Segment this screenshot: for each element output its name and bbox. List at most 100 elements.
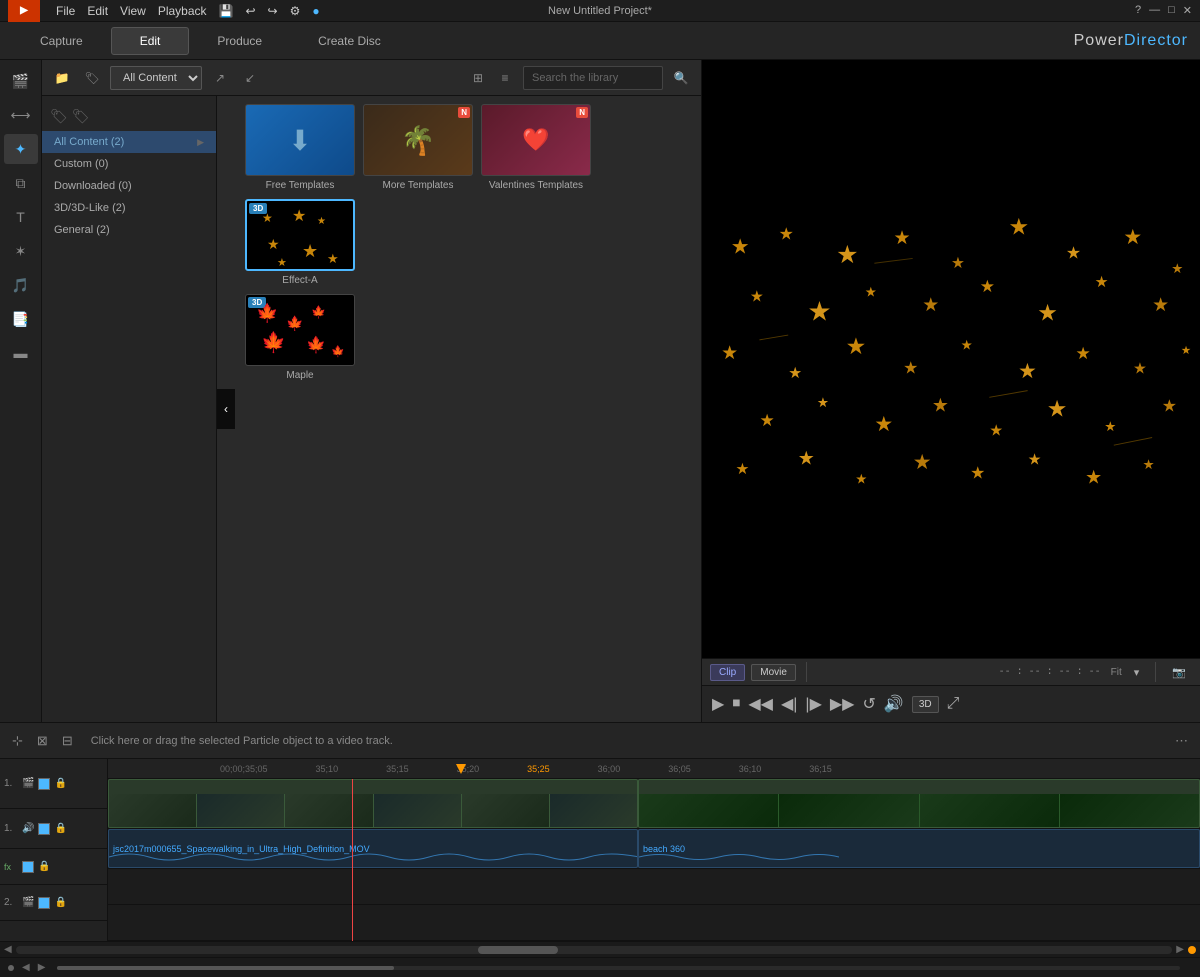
cat-general[interactable]: General (2) — [42, 219, 216, 241]
fast-forward-button[interactable]: ▶▶ — [830, 694, 855, 714]
track-lock-fx[interactable]: 🔒 — [38, 861, 50, 872]
export-button[interactable]: ↗ — [208, 66, 232, 90]
track-visible-checkbox-2[interactable] — [38, 897, 50, 909]
track-lock-2[interactable]: 🔒 — [54, 897, 66, 908]
video-clip-spacewalk[interactable]: jsc2017m000655_Spacewalking_in_Ultra_Hig… — [108, 779, 638, 828]
track-lock-audio[interactable]: 🔒 — [54, 823, 66, 834]
audio-clip-beach[interactable]: beach 360 — [638, 829, 1200, 868]
timeline-tool-3[interactable]: ⊟ — [58, 731, 77, 751]
cat-all-content[interactable]: All Content (2) ▶ — [42, 131, 216, 153]
scroll-left-button[interactable]: ‹ — [217, 389, 235, 429]
free-templates-thumb: ⬇ — [245, 104, 355, 176]
volume-button[interactable]: 🔊 — [884, 694, 904, 714]
menu-edit[interactable]: Edit — [87, 4, 108, 18]
iconbar-audio[interactable]: 🎵 — [4, 270, 38, 300]
maximize-button[interactable]: □ — [1168, 4, 1175, 17]
iconbar-media[interactable]: 🎬 — [4, 66, 38, 96]
fit-dropdown[interactable]: ▾ — [1128, 664, 1146, 681]
menu-file[interactable]: File — [56, 4, 75, 18]
effect-a-label: Effect-A — [282, 275, 317, 286]
tab-produce[interactable]: Produce — [189, 27, 290, 55]
track-visible-checkbox-1[interactable] — [38, 778, 50, 790]
svg-text:★: ★ — [788, 365, 802, 382]
grid-item-effect-a[interactable]: 3D ★ ★ ★ ★ ★ ★ ★ E — [245, 199, 355, 286]
track-lock-1[interactable]: 🔒 — [54, 778, 66, 789]
grid-item-free-templates[interactable]: ⬇ Free Templates — [245, 104, 355, 191]
cat-downloaded[interactable]: Downloaded (0) — [42, 175, 216, 197]
cat-custom[interactable]: Custom (0) — [42, 153, 216, 175]
status-arrow-right[interactable]: ▶ — [38, 962, 46, 973]
svg-text:★: ★ — [1123, 226, 1142, 249]
menu-extra4[interactable]: ⚙ — [290, 4, 301, 18]
stop-button[interactable]: ⏹ — [732, 695, 740, 713]
import-button[interactable]: ↙ — [238, 66, 262, 90]
status-arrow-left[interactable]: ◀ — [22, 962, 30, 973]
iconbar-transitions[interactable]: ⟷ — [4, 100, 38, 130]
play-button[interactable]: ▶ — [712, 694, 724, 714]
svg-text:★: ★ — [807, 297, 831, 327]
horizontal-scrollbar-thumb[interactable] — [478, 946, 558, 954]
tab-create-disc[interactable]: Create Disc — [290, 27, 409, 55]
cat-3d[interactable]: 3D/3D-Like (2) — [42, 197, 216, 219]
menu-extra3[interactable]: ↪ — [268, 4, 278, 18]
iconbar-effects[interactable]: ✦ — [4, 134, 38, 164]
svg-text:★: ★ — [759, 410, 774, 430]
video-clip-beach[interactable]: beach 360 — [638, 779, 1200, 828]
fullscreen-button[interactable]: ⤢ — [947, 695, 960, 713]
movie-button[interactable]: Movie — [751, 664, 796, 681]
grid-item-valentines[interactable]: N ❤️ Valentines Templates — [481, 104, 591, 191]
minimize-button[interactable]: — — [1149, 4, 1160, 17]
step-back-button[interactable]: ◀| — [781, 694, 797, 714]
status-slider-track[interactable] — [57, 966, 1180, 970]
menu-view[interactable]: View — [120, 4, 146, 18]
timeline-panel: ⊹ ⊠ ⊟ Click here or drag the selected Pa… — [0, 722, 1200, 957]
iconbar-titles[interactable]: T — [4, 202, 38, 232]
close-button[interactable]: ✕ — [1183, 4, 1192, 17]
grid-item-more-templates[interactable]: N 🌴 More Templates — [363, 104, 473, 191]
iconbar-particles[interactable]: ✶ — [4, 236, 38, 266]
rewind-button[interactable]: ◀◀ — [748, 694, 773, 714]
search-input[interactable] — [523, 66, 663, 90]
main-layout: 🎬 ⟷ ✦ ⧉ T ✶ 🎵 📑 ▬ 📁 🏷 All Content ↗ ↙ ⊞ … — [0, 60, 1200, 722]
snapshot-button[interactable]: 📷 — [1166, 664, 1192, 681]
3d-mode-button[interactable]: 3D — [912, 696, 939, 713]
help-button[interactable]: ? — [1135, 4, 1141, 17]
timeline-tool-2[interactable]: ⊠ — [33, 731, 52, 751]
cat-all-content-label: All Content (2) — [54, 136, 124, 148]
filter-icon-2[interactable]: 🏷 — [72, 108, 90, 125]
beach-thumbnails — [639, 794, 1199, 827]
timeline-tool-1[interactable]: ⊹ — [8, 731, 27, 751]
track-labels: 1. 🎬 🔒 1. 🔊 🔒 fx 🔒 2. 🎬 — [0, 759, 108, 941]
horizontal-scrollbar-track[interactable] — [16, 946, 1173, 954]
menu-extra5[interactable]: ● — [312, 4, 319, 18]
add-media-button[interactable]: 📁 — [50, 66, 74, 90]
tab-capture[interactable]: Capture — [12, 27, 111, 55]
track-visible-checkbox-fx[interactable] — [22, 861, 34, 873]
loop-button[interactable]: ↺ — [862, 694, 875, 714]
iconbar-pip[interactable]: ⧉ — [4, 168, 38, 198]
svg-text:★: ★ — [779, 223, 794, 243]
step-forward-button[interactable]: |▶ — [805, 694, 821, 714]
clip-button[interactable]: Clip — [710, 664, 745, 681]
filter-icon-1[interactable]: 🏷 — [50, 108, 68, 125]
tab-edit[interactable]: Edit — [111, 27, 190, 55]
time-display: -- : -- : -- : -- — [999, 667, 1101, 678]
more-templates-badge: N — [458, 107, 470, 118]
iconbar-chapters[interactable]: 📑 — [4, 304, 38, 334]
scroll-right-arrow[interactable]: ▶ — [1176, 944, 1184, 955]
app-logo: ▶ — [8, 0, 40, 22]
content-filter-dropdown[interactable]: All Content — [110, 66, 202, 90]
list-view-button[interactable]: ≡ — [493, 66, 517, 90]
audio-clip-spacewalk[interactable]: jsc2017m000655_Spacewalking_in_Ultra_Hig… — [108, 829, 638, 868]
tag-button[interactable]: 🏷 — [80, 66, 104, 90]
scroll-left-arrow[interactable]: ◀ — [4, 944, 12, 955]
iconbar-subtitles[interactable]: ▬ — [4, 338, 38, 368]
track-visible-checkbox-audio[interactable] — [38, 823, 50, 835]
grid-item-maple[interactable]: 3D 🍁 🍁 🍁 🍁 🍁 🍁 Maple — [245, 294, 355, 381]
menu-extra2[interactable]: ↩ — [245, 4, 255, 18]
grid-view-button[interactable]: ⊞ — [466, 66, 490, 90]
search-icon[interactable]: 🔍 — [669, 66, 693, 90]
menu-extra1[interactable]: 💾 — [219, 4, 234, 18]
menu-playback[interactable]: Playback — [158, 4, 207, 18]
zoom-out-btn[interactable]: ⋯ — [1171, 731, 1192, 751]
